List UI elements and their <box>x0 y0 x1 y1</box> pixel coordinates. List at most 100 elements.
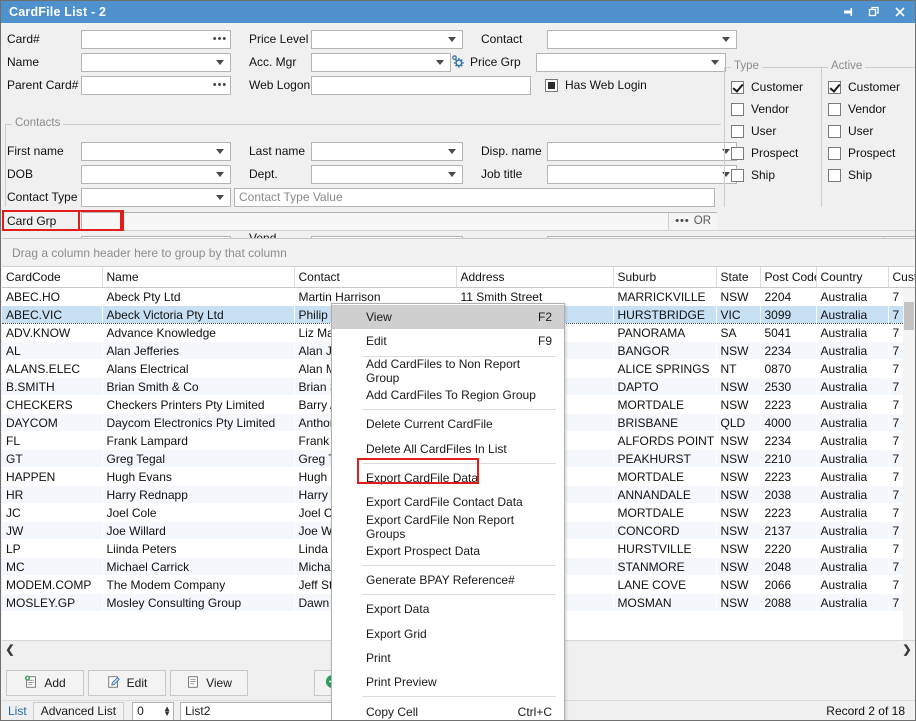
web-logon-input[interactable] <box>311 76 531 95</box>
cell-post-code: 2038 <box>760 486 816 504</box>
menu-item-delete-all-cardfiles-in-list[interactable]: Delete All CardFiles In List <box>332 436 564 460</box>
menu-item-export-grid[interactable]: Export Grid <box>332 622 564 646</box>
spinner-arrows-icon[interactable]: ▲▼ <box>163 706 173 716</box>
dob-select[interactable] <box>81 165 231 184</box>
chevron-down-icon[interactable] <box>718 31 734 48</box>
active-checkbox-vendor[interactable]: Vendor <box>828 98 916 120</box>
page-spinner[interactable]: 0 ▲▼ <box>132 702 174 721</box>
menu-item-label: Export Grid <box>366 627 427 641</box>
gear-icon[interactable] <box>451 55 465 69</box>
col-header-country[interactable]: Country <box>816 267 888 288</box>
menu-item-edit[interactable]: EditF9 <box>332 329 564 353</box>
col-header-contact[interactable]: Contact <box>294 267 456 288</box>
contact-select[interactable] <box>547 30 737 49</box>
ellipsis-icon[interactable]: ••• <box>212 31 228 48</box>
menu-item-delete-current-cardfile[interactable]: Delete Current CardFile <box>332 412 564 436</box>
col-header-state[interactable]: State <box>716 267 760 288</box>
name-select[interactable] <box>81 53 231 72</box>
chevron-down-icon[interactable] <box>212 166 228 183</box>
col-header-custterms[interactable]: Cust T <box>888 267 915 288</box>
first-name-select[interactable] <box>81 142 231 161</box>
cell-cardcode: ALANS.ELEC <box>2 360 102 378</box>
chevron-down-icon[interactable] <box>444 31 460 48</box>
restore-icon[interactable] <box>861 2 887 22</box>
card-number-input[interactable]: ••• <box>81 30 231 49</box>
menu-item-export-cardfile-data[interactable]: Export CardFile Data <box>332 466 564 490</box>
view-button[interactable]: View <box>170 670 248 696</box>
menu-item-label: View <box>366 310 392 324</box>
menu-item-export-data[interactable]: Export Data <box>332 597 564 621</box>
tab-advanced-list[interactable]: Advanced List <box>33 702 124 721</box>
chevron-down-icon[interactable] <box>432 54 448 71</box>
cell-name: Alans Electrical <box>102 360 294 378</box>
grid-context-menu[interactable]: ViewF2EditF9 Add CardFiles to Non Report … <box>331 303 565 721</box>
group-by-panel[interactable]: Drag a column header here to group by th… <box>2 239 915 267</box>
type-checkbox-user[interactable]: User <box>731 120 822 142</box>
price-grp-select[interactable] <box>536 53 726 72</box>
cell-suburb: BRISBANE <box>613 414 716 432</box>
menu-item-generate-bpay-reference-[interactable]: Generate BPAY Reference# <box>332 568 564 592</box>
add-button[interactable]: Add <box>6 670 84 696</box>
chevron-down-icon[interactable] <box>212 54 228 71</box>
type-checkbox-vendor[interactable]: Vendor <box>731 98 822 120</box>
menu-item-add-cardfiles-to-non-report-group[interactable]: Add CardFiles to Non Report Group <box>332 359 564 383</box>
chevron-down-icon[interactable] <box>212 143 228 160</box>
col-header-suburb[interactable]: Suburb <box>613 267 716 288</box>
cardfile-list-window: CardFile List - 2 Card# ••• Price Level … <box>0 0 916 721</box>
edit-button[interactable]: Edit <box>88 670 166 696</box>
ellipsis-icon[interactable]: ••• <box>212 77 228 94</box>
cell-name: Daycom Electronics Pty Limited <box>102 414 294 432</box>
type-checkbox-customer[interactable]: Customer <box>731 76 822 98</box>
grid-header-row: CardCode Name Contact Address Suburb Sta… <box>2 267 915 288</box>
tab-list[interactable]: List <box>2 704 33 718</box>
type-groupbox: Type Customer Vendor User Prospect Ship <box>724 67 822 207</box>
checkbox-icon <box>731 103 744 116</box>
menu-item-export-cardfile-non-report-groups[interactable]: Export CardFile Non Report Groups <box>332 514 564 538</box>
menu-item-label: Edit <box>366 334 387 348</box>
scroll-right-icon[interactable]: ❯ <box>899 642 915 657</box>
last-name-select[interactable] <box>311 142 463 161</box>
dept-select[interactable] <box>311 165 463 184</box>
active-checkbox-user[interactable]: User <box>828 120 916 142</box>
acc-mgr-select[interactable] <box>311 53 451 72</box>
type-checkbox-prospect[interactable]: Prospect <box>731 142 822 164</box>
cell-suburb: HURSTVILLE <box>613 540 716 558</box>
menu-item-print-preview[interactable]: Print Preview <box>332 670 564 694</box>
parent-card-number-input[interactable]: ••• <box>81 76 231 95</box>
disp-name-select[interactable] <box>547 142 737 161</box>
menu-item-label: Delete All CardFiles In List <box>366 442 507 456</box>
chevron-down-icon[interactable] <box>444 143 460 160</box>
col-header-cardcode[interactable]: CardCode <box>2 267 102 288</box>
active-checkbox-ship[interactable]: Ship <box>828 164 916 186</box>
price-level-select[interactable] <box>311 30 463 49</box>
chevron-down-icon[interactable] <box>444 166 460 183</box>
type-checkbox-ship[interactable]: Ship <box>731 164 822 186</box>
col-header-name[interactable]: Name <box>102 267 294 288</box>
menu-item-add-cardfiles-to-region-group[interactable]: Add CardFiles To Region Group <box>332 383 564 407</box>
cell-cardcode: MOSLEY.GP <box>2 594 102 612</box>
scrollbar-thumb[interactable] <box>904 302 914 330</box>
card-grp-or-button[interactable]: ••• OR <box>668 213 717 230</box>
pin-icon[interactable] <box>835 2 861 22</box>
close-icon[interactable] <box>887 2 913 22</box>
contact-type-select[interactable] <box>81 188 231 207</box>
chevron-down-icon[interactable] <box>212 189 228 206</box>
menu-item-print[interactable]: Print <box>332 646 564 670</box>
has-web-login-checkbox[interactable]: Has Web Login <box>545 74 647 96</box>
menu-item-view[interactable]: ViewF2 <box>332 305 564 329</box>
active-checkbox-prospect[interactable]: Prospect <box>828 142 916 164</box>
grid-vertical-scrollbar[interactable] <box>903 288 915 641</box>
contact-type-value-input[interactable]: Contact Type Value <box>234 188 715 207</box>
menu-item-export-cardfile-contact-data[interactable]: Export CardFile Contact Data <box>332 490 564 514</box>
active-checkbox-customer[interactable]: Customer <box>828 76 916 98</box>
chevron-down-icon[interactable] <box>707 54 723 71</box>
menu-item-copy-cell[interactable]: Copy CellCtrl+C <box>332 699 564 721</box>
card-grp-input[interactable]: ••• OR <box>81 212 717 231</box>
col-header-address[interactable]: Address <box>456 267 613 288</box>
col-header-postcode[interactable]: Post Code <box>760 267 816 288</box>
scroll-left-icon[interactable]: ❮ <box>2 642 18 657</box>
menu-item-export-prospect-data[interactable]: Export Prospect Data <box>332 539 564 563</box>
job-title-select[interactable] <box>547 165 737 184</box>
cell-country: Australia <box>816 504 888 522</box>
label-last-name: Last name <box>243 144 311 158</box>
